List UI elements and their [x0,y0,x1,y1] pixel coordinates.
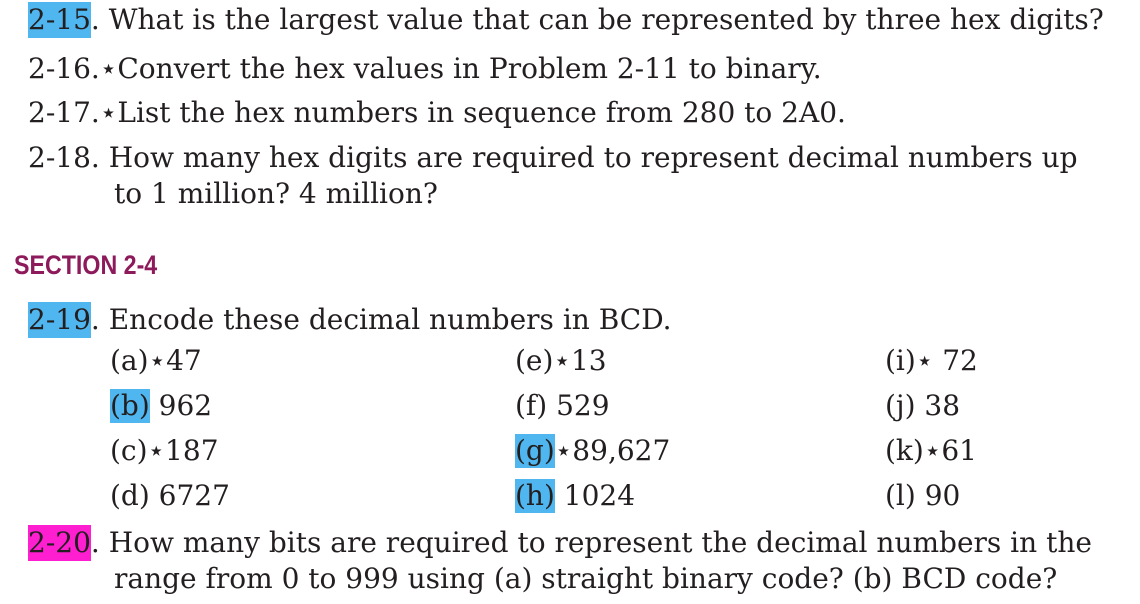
part-label: (i) [885,344,916,377]
part-value: ⋆47 [148,344,202,377]
problem-separator: . [90,526,109,559]
part-label: (c) [110,434,148,467]
part-i: (i)⋆ 72 [885,344,978,378]
part-label: (d) [110,479,150,512]
part-value: ⋆13 [553,344,607,377]
part-label-highlighted: (g) [515,434,555,468]
section-heading: SECTION 2-4 [14,250,158,280]
problem-text: How many bits are required to represent … [108,526,1092,559]
part-value: ⋆ 72 [915,344,978,377]
part-label-highlighted: (b) [110,389,150,423]
part-value: 1024 [554,479,636,512]
problem-number-highlighted: 2-19 [28,302,91,338]
part-d: (d) 6727 [110,479,230,513]
part-label: (e) [515,344,554,377]
part-e: (e)⋆13 [515,344,607,378]
part-value: ⋆89,627 [554,434,671,467]
part-value: 38 [915,389,961,422]
problem-2-15: 2-15. What is the largest value that can… [28,2,1104,38]
part-j: (j) 38 [885,389,960,423]
problem-number-highlighted: 2-20 [28,525,91,561]
part-label-highlighted: (h) [515,479,555,513]
textbook-page: 2-15. What is the largest value that can… [0,0,1140,604]
part-h: (h) 1024 [515,479,635,513]
part-value: 962 [149,389,213,422]
problem-separator: .⋆ [90,96,118,129]
part-value: 6727 [149,479,230,512]
part-label: (l) [885,479,916,512]
problem-number-highlighted: 2-15 [28,2,91,38]
part-value: 90 [915,479,961,512]
part-g: (g)⋆89,627 [515,434,670,468]
part-value: ⋆187 [147,434,219,467]
part-label: (k) [885,434,924,467]
part-label: (f) [515,389,548,422]
problem-2-17: 2-17.⋆List the hex numbers in sequence f… [28,95,846,131]
problem-separator: . [90,141,109,174]
problem-2-20: 2-20. How many bits are required to repr… [28,525,1092,561]
part-value: ⋆61 [923,434,977,467]
part-a: (a)⋆47 [110,344,202,378]
problem-number: 2-18 [28,141,91,174]
part-l: (l) 90 [885,479,960,513]
problem-text: How many hex digits are required to repr… [108,141,1078,174]
part-label: (a) [110,344,149,377]
problem-2-20-continuation: range from 0 to 999 using (a) straight b… [114,562,1058,595]
part-b: (b) 962 [110,389,212,423]
part-label: (j) [885,389,916,422]
problem-number: 2-16 [28,52,91,85]
part-f: (f) 529 [515,389,610,423]
problem-separator: . [90,303,109,336]
part-value: 529 [547,389,610,422]
problem-2-18: 2-18. How many hex digits are required t… [28,140,1078,176]
part-k: (k)⋆61 [885,434,977,468]
problem-text: What is the largest value that can be re… [108,3,1104,36]
problem-text: Encode these decimal numbers in BCD. [108,303,672,336]
problem-2-18-continuation: to 1 million? 4 million? [114,177,438,210]
problem-separator: .⋆ [90,52,118,85]
part-c: (c)⋆187 [110,434,219,468]
problem-2-16: 2-16.⋆Convert the hex values in Problem … [28,51,822,87]
problem-number: 2-17 [28,96,91,129]
problem-2-19: 2-19. Encode these decimal numbers in BC… [28,302,672,338]
problem-separator: . [90,3,109,36]
problem-text: Convert the hex values in Problem 2-11 t… [117,52,822,85]
problem-text: List the hex numbers in sequence from 28… [117,96,846,129]
